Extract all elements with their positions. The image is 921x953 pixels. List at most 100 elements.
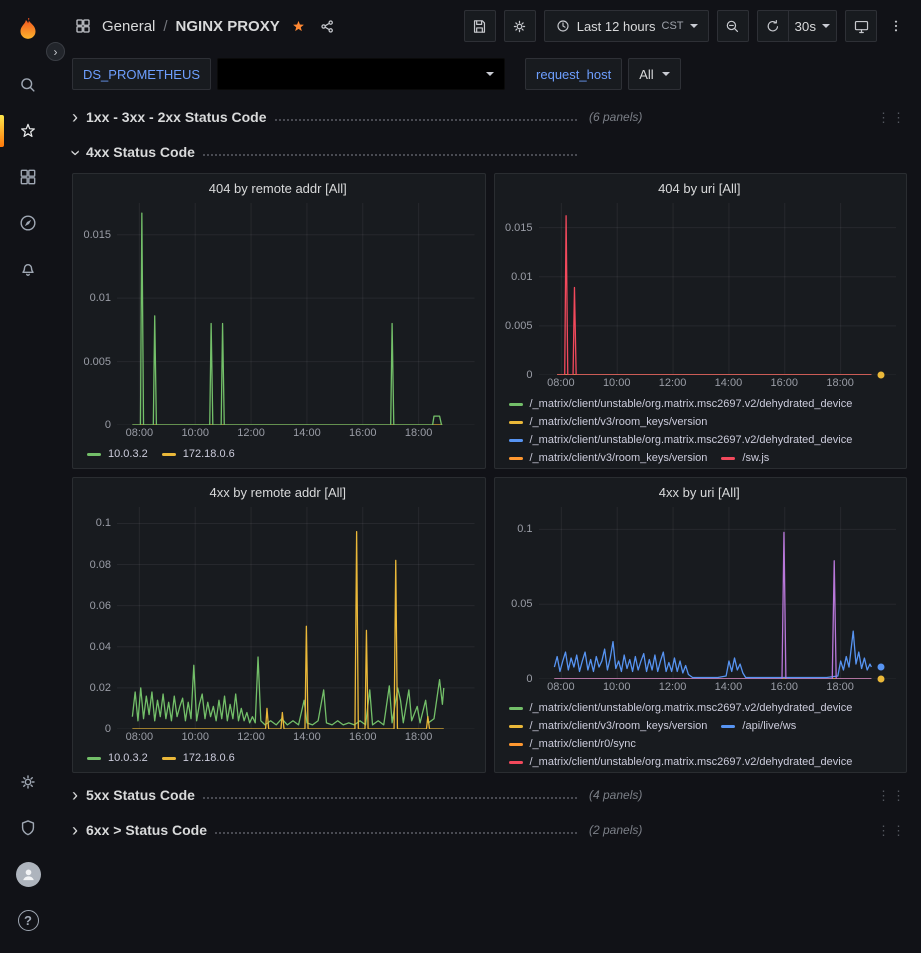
- datasource-variable-select[interactable]: [217, 58, 505, 90]
- drag-handle-icon[interactable]: ⋮⋮: [877, 789, 907, 802]
- refresh-group: 30s: [757, 10, 838, 42]
- chevron-right-icon: ›: [54, 45, 58, 59]
- time-range-picker[interactable]: Last 12 hours CST: [544, 10, 709, 42]
- dashboard-row-5xx[interactable]: › 5xx Status Code (4 panels) ⋮⋮: [72, 781, 907, 809]
- y-axis: 00.0050.010.015: [503, 203, 539, 375]
- y-tick-label: 0: [105, 419, 111, 431]
- panel-404-by-remote-addr: 404 by remote addr [All] 00.0050.010.015…: [72, 173, 486, 469]
- sidebar-expand-button[interactable]: ›: [46, 42, 65, 61]
- chevron-down-icon: [822, 24, 830, 28]
- sidebar-item-starred[interactable]: [0, 108, 56, 154]
- panel-title[interactable]: 4xx by uri [All]: [503, 483, 897, 503]
- legend-item[interactable]: /_matrix/client/unstable/org.matrix.msc2…: [509, 702, 853, 714]
- save-dashboard-button[interactable]: [464, 10, 496, 42]
- y-tick-label: 0.1: [517, 523, 532, 535]
- y-tick-label: 0.01: [511, 271, 532, 283]
- tv-mode-button[interactable]: [845, 10, 877, 42]
- row-panel-count: (4 panels): [589, 788, 642, 802]
- drag-handle-icon[interactable]: ⋮⋮: [877, 824, 907, 837]
- star-icon: [18, 121, 38, 141]
- dashboard-row-4xx[interactable]: › 4xx Status Code: [72, 138, 907, 166]
- x-tick-label: 08:00: [547, 681, 575, 693]
- legend-item[interactable]: /_matrix/client/v3/room_keys/version: [509, 720, 708, 732]
- topbar: General / NGINX PROXY: [56, 0, 921, 52]
- series-line: [132, 532, 443, 729]
- row-panel-count: (6 panels): [589, 110, 642, 124]
- plot-area: [539, 507, 897, 679]
- x-tick-label: 12:00: [237, 427, 265, 439]
- legend-swatch: [509, 761, 523, 764]
- legend-item[interactable]: /_matrix/client/r0/sync: [509, 738, 636, 750]
- star-filled-icon: [290, 18, 307, 35]
- panel-title[interactable]: 404 by uri [All]: [503, 179, 897, 199]
- sidebar-item-alerting[interactable]: [0, 246, 56, 292]
- zoom-out-icon: [724, 18, 741, 35]
- compass-icon: [18, 213, 38, 233]
- dashboard-settings-button[interactable]: [504, 10, 536, 42]
- dashboard-row-6xx[interactable]: › 6xx > Status Code (2 panels) ⋮⋮: [72, 816, 907, 844]
- legend-item[interactable]: /_matrix/client/unstable/org.matrix.msc2…: [509, 434, 853, 446]
- y-tick-label: 0.04: [90, 641, 111, 653]
- series-line: [132, 213, 441, 425]
- legend-item[interactable]: /_matrix/client/v3/room_keys/version: [509, 416, 708, 428]
- variables-bar: DS_PROMETHEUS request_host All: [56, 52, 921, 96]
- zoom-out-button[interactable]: [717, 10, 749, 42]
- kebab-menu-button[interactable]: [885, 10, 907, 42]
- x-tick-label: 12:00: [237, 731, 265, 743]
- clock-icon: [555, 18, 571, 34]
- legend-item[interactable]: /_matrix/client/v3/room_keys/version: [509, 452, 708, 464]
- legend: 10.0.3.2 172.18.0.6: [81, 442, 475, 468]
- sidebar-item-dashboards[interactable]: [0, 154, 56, 200]
- legend-item[interactable]: 10.0.3.2: [87, 448, 148, 460]
- row-main: › 5xx Status Code: [72, 786, 577, 804]
- shield-icon: [18, 818, 38, 838]
- panel-body: 00.050.1 08:0010:0012:0014:0016:0018:00 …: [503, 507, 897, 772]
- legend-label: /_matrix/client/v3/room_keys/version: [530, 452, 708, 464]
- chart: 00.050.1: [503, 507, 897, 679]
- dashboard-title[interactable]: NGINX PROXY: [176, 18, 280, 35]
- chevron-down-icon: ›: [67, 150, 85, 156]
- panel-title[interactable]: 404 by remote addr [All]: [81, 179, 475, 199]
- favorite-button[interactable]: [288, 18, 309, 35]
- sidebar-item-explore[interactable]: [0, 200, 56, 246]
- sidebar-item-settings[interactable]: [0, 759, 56, 805]
- x-tick-label: 08:00: [547, 377, 575, 389]
- legend-item[interactable]: /_matrix/client/unstable/org.matrix.msc2…: [509, 398, 853, 410]
- legend-item[interactable]: 10.0.3.2: [87, 752, 148, 764]
- legend-swatch: [162, 453, 176, 456]
- legend-swatch: [509, 725, 523, 728]
- share-button[interactable]: [317, 18, 338, 35]
- refresh-interval-dropdown[interactable]: 30s: [788, 10, 838, 42]
- dashboard-row-1xx-3xx-2xx[interactable]: › 1xx - 3xx - 2xx Status Code (6 panels)…: [72, 103, 907, 131]
- x-tick-label: 14:00: [293, 427, 321, 439]
- request-host-variable-select[interactable]: All: [628, 58, 680, 90]
- legend-item[interactable]: /sw.js: [721, 452, 769, 464]
- chevron-right-icon: ›: [72, 108, 78, 126]
- sidebar-item-search[interactable]: [0, 62, 56, 108]
- x-tick-label: 18:00: [826, 681, 854, 693]
- x-axis: 08:0010:0012:0014:0016:0018:00: [117, 729, 475, 746]
- legend-label: /_matrix/client/unstable/org.matrix.msc2…: [530, 702, 853, 714]
- sidebar-item-profile[interactable]: [0, 851, 56, 897]
- chart: 00.020.040.060.080.1: [81, 507, 475, 729]
- grafana-flame-icon: [13, 15, 43, 45]
- legend-item[interactable]: 172.18.0.6: [162, 448, 235, 460]
- legend-label: 172.18.0.6: [183, 752, 235, 764]
- breadcrumb-section[interactable]: General: [102, 18, 155, 35]
- panel-title[interactable]: 4xx by remote addr [All]: [81, 483, 475, 503]
- timezone-label: CST: [662, 20, 684, 32]
- plot-area: [539, 203, 897, 375]
- question-icon: ?: [18, 910, 39, 931]
- legend-item[interactable]: 172.18.0.6: [162, 752, 235, 764]
- sidebar-item-admin[interactable]: [0, 805, 56, 851]
- sidebar-item-help[interactable]: ?: [0, 897, 56, 943]
- drag-handle-icon[interactable]: ⋮⋮: [877, 111, 907, 124]
- legend-item[interactable]: /api/live/ws: [721, 720, 796, 732]
- legend-label: 10.0.3.2: [108, 752, 148, 764]
- dashboards-grid-button[interactable]: [72, 17, 94, 35]
- user-icon: [20, 866, 37, 883]
- legend-item[interactable]: /_matrix/client/unstable/org.matrix.msc2…: [509, 756, 853, 768]
- y-axis: 00.050.1: [503, 507, 539, 679]
- refresh-button[interactable]: [757, 10, 789, 42]
- legend-label: /api/live/ws: [742, 720, 796, 732]
